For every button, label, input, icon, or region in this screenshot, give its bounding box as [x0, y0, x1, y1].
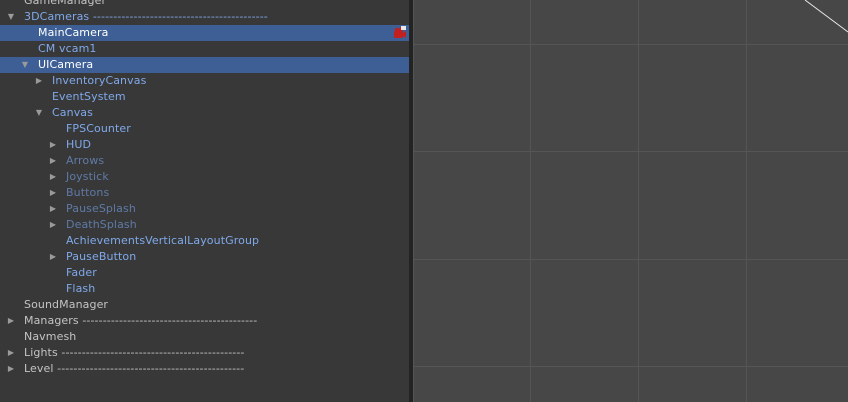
- expand-arrow-down-icon[interactable]: ▼: [20, 57, 30, 73]
- hierarchy-row[interactable]: ▼ 3DCameras -----------------------------…: [0, 9, 409, 25]
- camera-warning-icon: [394, 26, 406, 38]
- expand-arrow-right-icon[interactable]: ▶: [6, 361, 16, 377]
- hierarchy-row-label: PauseSplash: [66, 202, 136, 215]
- hierarchy-row[interactable]: MainCamera: [0, 25, 409, 41]
- hierarchy-row[interactable]: FPSCounter: [0, 121, 409, 137]
- hierarchy-row-label: Canvas: [52, 106, 93, 119]
- hierarchy-row-label: Lights ---------------------------------…: [24, 346, 245, 359]
- expand-arrow-right-icon[interactable]: ▶: [48, 201, 58, 217]
- expand-arrow-right-icon[interactable]: ▶: [48, 217, 58, 233]
- hierarchy-row[interactable]: SoundManager: [0, 297, 409, 313]
- hierarchy-row-label: Flash: [66, 282, 96, 295]
- hierarchy-row[interactable]: Navmesh: [0, 329, 409, 345]
- hierarchy-row[interactable]: GameManager: [0, 0, 409, 9]
- hierarchy-row-label: CM vcam1: [38, 42, 97, 55]
- hierarchy-row-label: Joystick: [66, 170, 109, 183]
- hierarchy-row[interactable]: ▶ HUD: [0, 137, 409, 153]
- hierarchy-row-label: MainCamera: [38, 26, 109, 39]
- hierarchy-row-label: Arrows: [66, 154, 105, 167]
- hierarchy-row[interactable]: ▶ Joystick: [0, 169, 409, 185]
- expand-arrow-down-icon[interactable]: ▼: [6, 9, 16, 25]
- hierarchy-row[interactable]: ▶ PauseButton: [0, 249, 409, 265]
- expand-arrow-right-icon[interactable]: ▶: [48, 169, 58, 185]
- hierarchy-row-label: Managers -------------------------------…: [24, 314, 258, 327]
- expand-arrow-down-icon[interactable]: ▼: [34, 105, 44, 121]
- hierarchy-tree: GameManager ▼ 3DCameras ------------------…: [0, 0, 409, 377]
- hierarchy-row[interactable]: EventSystem: [0, 89, 409, 105]
- hierarchy-row[interactable]: Fader: [0, 265, 409, 281]
- hierarchy-row-label: EventSystem: [52, 90, 126, 103]
- hierarchy-row-label: DeathSplash: [66, 218, 137, 231]
- hierarchy-row-label: FPSCounter: [66, 122, 131, 135]
- hierarchy-row-label: SoundManager: [24, 298, 109, 311]
- hierarchy-row-label: Fader: [66, 266, 97, 279]
- expand-arrow-right-icon[interactable]: ▶: [48, 137, 58, 153]
- hierarchy-row[interactable]: ▶ DeathSplash: [0, 217, 409, 233]
- hierarchy-row-label: GameManager: [24, 0, 107, 7]
- hierarchy-row[interactable]: AchievementsVerticalLayoutGroup: [0, 233, 409, 249]
- hierarchy-panel[interactable]: GameManager ▼ 3DCameras ------------------…: [0, 0, 409, 402]
- hierarchy-row-label: UICamera: [38, 58, 94, 71]
- hierarchy-row-label: AchievementsVerticalLayoutGroup: [66, 234, 260, 247]
- hierarchy-row[interactable]: ▶ PauseSplash: [0, 201, 409, 217]
- camera-frustum-line: [804, 0, 848, 33]
- hierarchy-row-label: 3DCameras ------------------------------…: [24, 10, 268, 23]
- hierarchy-row[interactable]: ▶ Level ---------------------------------…: [0, 361, 409, 377]
- expand-arrow-right-icon[interactable]: ▶: [48, 153, 58, 169]
- hierarchy-row-label: InventoryCanvas: [52, 74, 147, 87]
- hierarchy-row[interactable]: CM vcam1: [0, 41, 409, 57]
- hierarchy-row-label: Buttons: [66, 186, 110, 199]
- hierarchy-row-label: Navmesh: [24, 330, 77, 343]
- hierarchy-row-label: HUD: [66, 138, 92, 151]
- expand-arrow-right-icon[interactable]: ▶: [34, 73, 44, 89]
- expand-arrow-right-icon[interactable]: ▶: [6, 345, 16, 361]
- hierarchy-row[interactable]: ▶ Lights --------------------------------…: [0, 345, 409, 361]
- hierarchy-row[interactable]: Flash: [0, 281, 409, 297]
- hierarchy-row[interactable]: ▼ UICamera: [0, 57, 409, 73]
- expand-arrow-right-icon[interactable]: ▶: [6, 313, 16, 329]
- scene-grid: [413, 0, 848, 402]
- expand-arrow-right-icon[interactable]: ▶: [48, 249, 58, 265]
- hierarchy-row[interactable]: ▶ InventoryCanvas: [0, 73, 409, 89]
- hierarchy-row[interactable]: ▼ Canvas: [0, 105, 409, 121]
- hierarchy-row[interactable]: ▶ Buttons: [0, 185, 409, 201]
- expand-arrow-right-icon[interactable]: ▶: [48, 185, 58, 201]
- hierarchy-row-label: Level ----------------------------------…: [24, 362, 245, 375]
- hierarchy-row[interactable]: ▶ Managers ------------------------------…: [0, 313, 409, 329]
- hierarchy-row[interactable]: ▶ Arrows: [0, 153, 409, 169]
- grid-lines: [413, 0, 848, 402]
- editor-window: GameManager ▼ 3DCameras ------------------…: [0, 0, 848, 402]
- scene-view[interactable]: [413, 0, 848, 402]
- hierarchy-row-label: PauseButton: [66, 250, 137, 263]
